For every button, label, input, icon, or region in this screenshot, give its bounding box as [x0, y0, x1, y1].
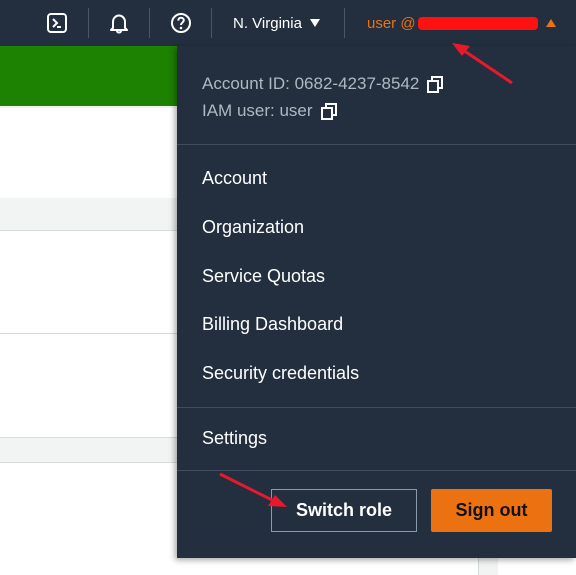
- cloudshell-icon[interactable]: [45, 11, 69, 35]
- menu-item-service-quotas[interactable]: Service Quotas: [202, 266, 325, 287]
- account-menu-toggle[interactable]: user @: [367, 13, 556, 33]
- iam-user: IAM user: user: [202, 101, 313, 120]
- menu-item-billing-dashboard[interactable]: Billing Dashboard: [202, 314, 343, 335]
- page-panel: [0, 463, 177, 575]
- bell-icon[interactable]: [107, 11, 131, 35]
- nav-divider: [88, 8, 89, 38]
- switch-role-button[interactable]: Switch role: [271, 489, 417, 532]
- nav-divider: [344, 8, 345, 38]
- account-id: Account ID: 0682-4237-8542: [202, 74, 420, 93]
- menu-separator: [177, 144, 576, 145]
- top-navigation-bar: N. Virginia user @: [0, 0, 576, 46]
- page-panel: [0, 231, 177, 334]
- caret-down-icon: [309, 19, 320, 27]
- success-banner: [0, 46, 177, 106]
- menu-item-security-credentials[interactable]: Security credentials: [202, 363, 359, 384]
- iam-user-row: IAM user: user: [202, 101, 337, 121]
- menu-separator: [177, 470, 576, 471]
- menu-item-account[interactable]: Account: [202, 168, 267, 189]
- page-section-header: [0, 438, 177, 463]
- menu-item-organization[interactable]: Organization: [202, 217, 304, 238]
- menu-item-settings[interactable]: Settings: [202, 428, 267, 449]
- copy-account-id-icon[interactable]: [427, 75, 444, 93]
- region-selector[interactable]: N. Virginia: [233, 13, 320, 33]
- menu-separator: [177, 407, 576, 408]
- user-label: user @: [367, 14, 416, 32]
- account-id-row: Account ID: 0682-4237-8542: [202, 74, 444, 94]
- page-panel: [0, 108, 177, 231]
- copy-iam-user-icon[interactable]: [320, 102, 337, 120]
- help-icon[interactable]: [169, 11, 193, 35]
- scrollbar[interactable]: [478, 558, 498, 575]
- redaction-mark: [417, 16, 538, 30]
- page-panel: [0, 334, 177, 438]
- nav-divider: [211, 8, 212, 38]
- sign-out-button[interactable]: Sign out: [431, 489, 552, 532]
- account-dropdown: Account ID: 0682-4237-8542 IAM user: use…: [177, 46, 576, 558]
- region-label: N. Virginia: [233, 14, 302, 32]
- nav-divider: [149, 8, 150, 38]
- caret-up-icon: [545, 19, 556, 27]
